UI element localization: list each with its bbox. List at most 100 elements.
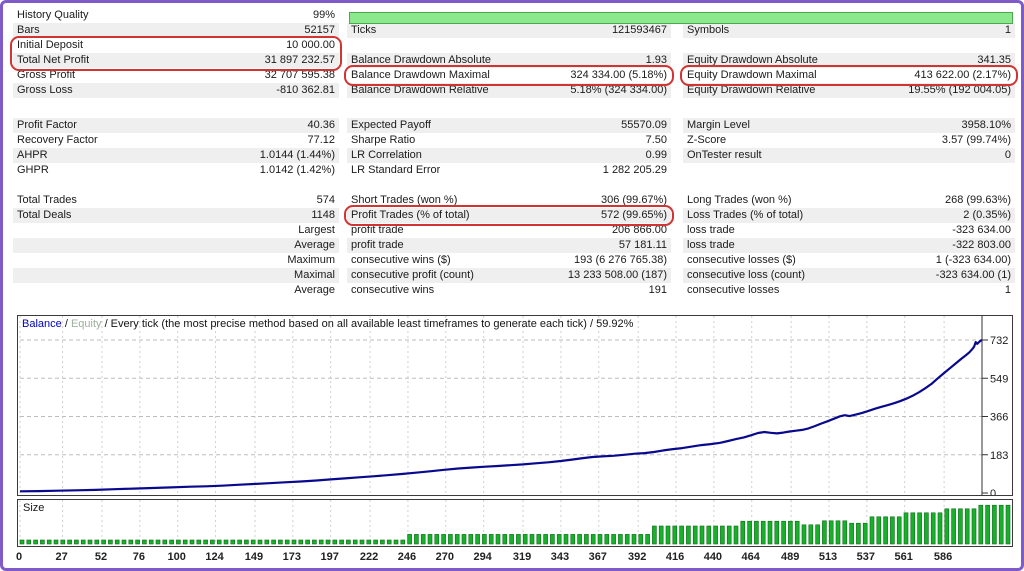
stat-value: 268 (99.63%) [944, 194, 1011, 206]
size-bar [284, 539, 290, 545]
size-bar [543, 534, 548, 545]
size-bar [822, 520, 827, 545]
size-bar [611, 534, 616, 545]
x-axis-tick-label: 0 [15, 551, 23, 563]
size-bar [101, 539, 106, 545]
stat-value: 19.55% (192 004.05) [908, 84, 1011, 96]
stat-label: consecutive losses ($) [687, 254, 796, 266]
stat-row: Maximal [13, 268, 339, 283]
stat-label: consecutive loss (count) [687, 269, 805, 281]
stat-value: 10 000.00 [286, 39, 335, 51]
size-bar [842, 520, 848, 545]
size-bar [937, 512, 943, 545]
size-bar [312, 539, 317, 545]
stat-row: Total Net Profit 31 897 232.57 [13, 53, 339, 68]
size-bar [686, 525, 691, 545]
stat-row: Equity Drawdown Relative 19.55% (192 004.… [683, 83, 1015, 98]
size-bar [454, 534, 460, 545]
size-bar [754, 520, 759, 545]
stat-row: Sharpe Ratio 7.50 [347, 133, 671, 148]
size-bar [482, 534, 487, 545]
stat-row: Gross Profit 32 707 595.38 [13, 68, 339, 83]
stat-value: 13 233 508.00 (187) [567, 269, 667, 281]
test-progress-bar [349, 12, 1013, 24]
stat-row: consecutive wins ($) 193 (6 276 765.38) [347, 253, 671, 268]
stat-label: LR Correlation [351, 149, 422, 161]
size-bar [849, 522, 854, 545]
size-bar [121, 539, 127, 545]
size-chart-panel: Size [17, 499, 1013, 547]
stat-value: 55570.09 [621, 119, 667, 131]
stat-row: loss trade -322 803.00 [683, 238, 1015, 253]
stat-label: profit trade [351, 224, 404, 236]
size-bar [393, 539, 399, 545]
size-bar [801, 524, 807, 545]
size-bar [67, 539, 72, 545]
stats-column-middle: Ticks 121593467 Balance Drawdown Absolute 1… [347, 3, 671, 308]
stat-row: LR Standard Error 1 282 205.29 [347, 163, 671, 178]
stat-row: Margin Level 3958.10% [683, 118, 1015, 133]
stat-row: loss trade -323 634.00 [683, 223, 1015, 238]
size-bar [590, 534, 596, 545]
size-bar [924, 512, 929, 545]
size-bar [210, 539, 215, 545]
size-bar [679, 525, 684, 545]
x-axis-tick-label: 100 [167, 551, 186, 563]
size-bar [570, 534, 576, 545]
size-bar [522, 534, 528, 545]
balance-chart: 0 183 366 549 732 [19, 316, 1008, 495]
stat-value: 5.18% (324 334.00) [570, 84, 667, 96]
stat-value: 2 (0.35%) [963, 209, 1011, 221]
chart-title-equity: Equity [70, 318, 102, 330]
stats-column-left: History Quality 99% Bars 52157 Initial Depos… [13, 3, 339, 308]
stat-label: Symbols [687, 24, 730, 36]
size-bar [652, 525, 657, 545]
stat-value: 3.57 (99.74%) [941, 134, 1011, 146]
stat-label: Bars [17, 24, 40, 36]
x-axis-tick-label: 222 [359, 551, 379, 563]
stat-row: History Quality 99% [13, 8, 339, 23]
chart-title-balance: Balance [22, 318, 62, 330]
size-bar [352, 539, 358, 545]
stat-label: Balance Drawdown Maximal [351, 69, 490, 81]
stat-row: Equity Drawdown Absolute 341.35 [683, 53, 1015, 68]
size-bar [60, 539, 66, 545]
stat-label: OnTester result [687, 149, 762, 161]
size-bar [624, 534, 630, 545]
size-bar [230, 539, 236, 545]
size-bar [856, 522, 861, 545]
size-bar [298, 539, 304, 545]
stat-value: 3958.10% [961, 119, 1011, 131]
size-bar [631, 534, 637, 545]
stat-row: Maximum [13, 253, 339, 268]
strategy-tester-report: History Quality 99% Bars 52157 Initial Depos… [0, 0, 1024, 571]
stat-value: 77.12 [307, 134, 335, 146]
size-bar [223, 539, 229, 545]
size-bar [420, 534, 426, 545]
size-bar [563, 534, 569, 545]
stat-value: -810 362.81 [276, 84, 335, 96]
balance-curve [19, 339, 983, 493]
size-bar [169, 539, 174, 545]
size-bar [203, 539, 208, 545]
stat-row: consecutive losses 1 [683, 283, 1015, 298]
stat-value: 193 (6 276 765.38) [574, 254, 667, 266]
size-bar [108, 539, 113, 545]
size-bar [876, 516, 882, 545]
x-axis-tick-label: 513 [818, 551, 838, 563]
size-bar [346, 539, 351, 545]
stat-value: 32 707 595.38 [264, 69, 335, 81]
stat-row: Symbols 1 [683, 23, 1015, 38]
size-bar [917, 512, 922, 545]
size-bar [992, 504, 997, 545]
stat-row: Largest [13, 223, 339, 238]
stat-row: GHPR 1.0142 (1.42%) [13, 163, 339, 178]
stat-label: Short Trades (won %) [351, 194, 458, 206]
size-chart [19, 500, 1011, 545]
stat-label: Initial Deposit [17, 39, 84, 51]
stat-value: -322 803.00 [952, 239, 1011, 251]
size-bar [706, 525, 712, 545]
chart-title: Balance / Equity / Every tick (the most … [22, 318, 633, 330]
stat-value: 99% [312, 9, 335, 21]
stat-value: 206 866.00 [611, 224, 667, 236]
